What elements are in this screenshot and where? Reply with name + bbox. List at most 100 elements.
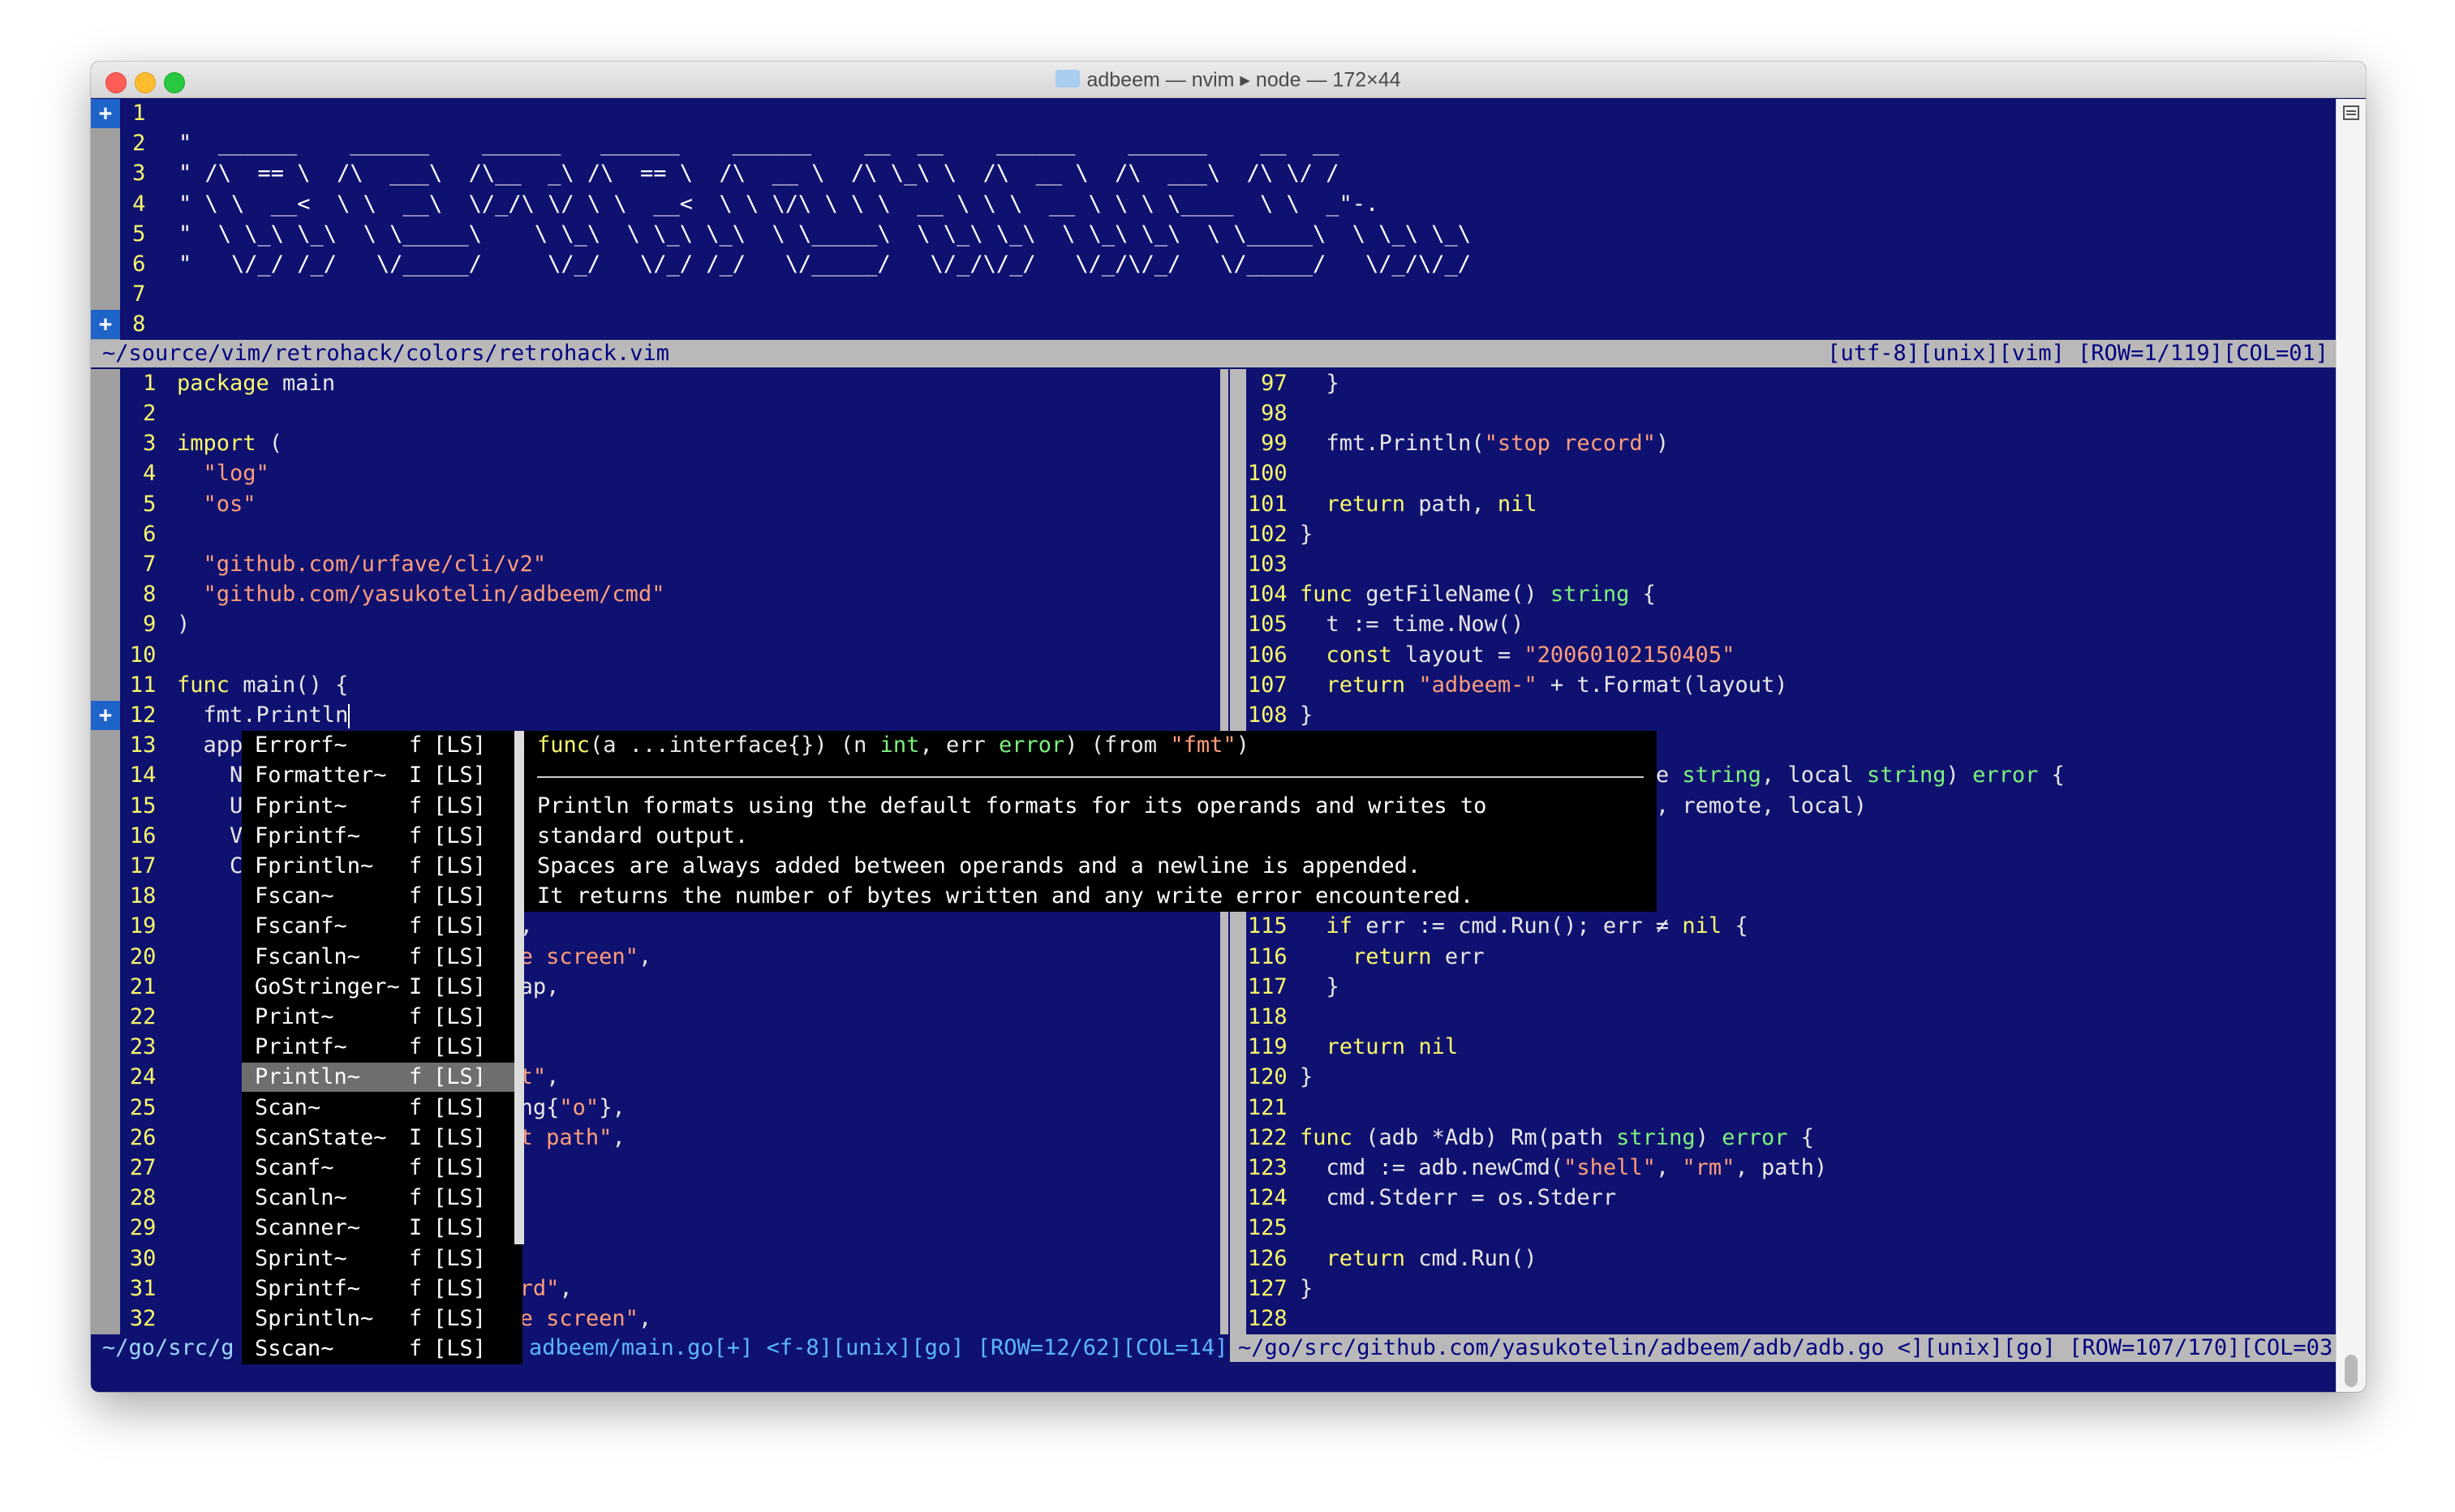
- code-line[interactable]: fmt.Println("stop record"): [1300, 429, 1670, 458]
- code-line[interactable]: t := time.Now(): [1300, 610, 1524, 639]
- code-line[interactable]: cmd.Stderr = os.Stderr: [1300, 1183, 1617, 1213]
- code-line[interactable]: C: [177, 852, 243, 881]
- completion-item[interactable]: Fscanln~ f [LS]: [242, 943, 514, 972]
- code-line[interactable]: }: [1300, 973, 1339, 1002]
- completion-item[interactable]: ScanState~ I [LS]: [242, 1123, 514, 1153]
- code-line[interactable]: func (adb *Adb) Rm(path string) error {: [1300, 1123, 1814, 1153]
- completion-item[interactable]: Sprintln~ f [LS]: [242, 1304, 514, 1334]
- code-token: fmt.Println(: [1300, 431, 1485, 457]
- completion-source: [LS]: [433, 913, 487, 939]
- code-token: string: [1867, 762, 1946, 788]
- code-token: string: [1616, 1124, 1696, 1150]
- completion-scrollbar[interactable]: [514, 731, 524, 1244]
- code-line[interactable]: }: [1300, 701, 1313, 730]
- completion-item[interactable]: Sscan~ f [LS]: [242, 1334, 514, 1364]
- code-line[interactable]: package main: [177, 369, 335, 398]
- completion-word: Fscanf~: [255, 913, 347, 939]
- signature-token: "fmt": [1170, 732, 1236, 758]
- code-line[interactable]: const layout = "20060102150405": [1300, 641, 1735, 670]
- code-line[interactable]: func getFileName() string {: [1300, 580, 1656, 609]
- code-line[interactable]: func main() {: [177, 671, 348, 700]
- line-number: 102: [1247, 521, 1288, 547]
- top-sign-column: [91, 99, 120, 341]
- completion-item[interactable]: Formatter~ I [LS]: [242, 761, 514, 790]
- code-token: err := cmd.Run(); err ≠: [1352, 913, 1683, 939]
- completion-word: Print~: [255, 1003, 334, 1029]
- completion-item[interactable]: Scanner~ I [LS]: [242, 1213, 514, 1243]
- code-token: ): [1946, 762, 1973, 788]
- completion-item[interactable]: GoStringer~ I [LS]: [242, 973, 514, 1002]
- terminal-content[interactable]: +1 2 " ______ ______ ______ ______ ______ …: [91, 99, 2345, 1392]
- code-token: + t.Format(layout): [1537, 672, 1788, 698]
- completion-item[interactable]: Print~ f [LS]: [242, 1003, 514, 1032]
- completion-kind: f: [409, 943, 423, 969]
- completion-item[interactable]: Fprintf~ f [LS]: [242, 822, 514, 851]
- code-line[interactable]: "os": [177, 490, 256, 519]
- code-line[interactable]: return path, nil: [1300, 490, 1537, 519]
- completion-item[interactable]: Fprint~ f [LS]: [242, 792, 514, 821]
- line-number: 97: [1261, 370, 1288, 396]
- line-number: 123: [1247, 1155, 1288, 1180]
- code-line[interactable]: ): [177, 610, 190, 639]
- line-number: 23: [129, 1034, 157, 1060]
- completion-word: Errorf~: [255, 732, 347, 758]
- code-line[interactable]: V: [177, 822, 243, 851]
- completion-item[interactable]: Sprint~ f [LS]: [242, 1244, 514, 1274]
- completion-word: ScanState~: [255, 1124, 387, 1150]
- completion-item[interactable]: Println~ f [LS]: [242, 1063, 514, 1093]
- line-number: 22: [129, 1004, 157, 1029]
- scroll-thumb[interactable]: [2345, 1355, 2358, 1387]
- code-line[interactable]: return err: [1300, 943, 1485, 972]
- code-token: func: [1300, 1124, 1353, 1150]
- completion-item[interactable]: Fscanf~ f [LS]: [242, 912, 514, 941]
- completion-item[interactable]: Printf~ f [LS]: [242, 1033, 514, 1062]
- completion-word: Sprint~: [255, 1245, 347, 1271]
- completion-kind: f: [409, 1245, 423, 1271]
- line-number: 116: [1247, 943, 1288, 969]
- git-added-sign: +: [91, 310, 120, 340]
- completion-item[interactable]: Fprintln~ f [LS]: [242, 852, 514, 881]
- code-token: "log": [177, 461, 269, 487]
- code-line[interactable]: fmt.Println: [177, 701, 350, 730]
- code-line[interactable]: return cmd.Run(): [1300, 1244, 1537, 1274]
- code-line[interactable]: return nil: [1300, 1033, 1459, 1062]
- code-token: error: [1972, 762, 2039, 788]
- line-number: 3: [143, 431, 157, 457]
- marks-icon[interactable]: [2343, 105, 2359, 120]
- code-line[interactable]: return "adbeem-" + t.Format(layout): [1300, 671, 1788, 700]
- code-line[interactable]: "github.com/yasukotelin/adbeem/cmd": [177, 580, 665, 609]
- code-line[interactable]: }: [1300, 1063, 1313, 1092]
- code-line[interactable]: }: [1300, 520, 1313, 549]
- completion-menu[interactable]: Errorf~ f [LS] Formatter~ I [LS] Fprint~ f [LS] F…: [242, 731, 524, 1365]
- code-line[interactable]: "github.com/urfave/cli/v2": [177, 550, 547, 579]
- code-line[interactable]: "log": [177, 459, 269, 488]
- completion-word: Sscan~: [255, 1336, 334, 1362]
- code-line[interactable]: }: [1300, 369, 1339, 398]
- completion-item[interactable]: Sprintf~ f [LS]: [242, 1274, 514, 1304]
- code-token: layout =: [1391, 642, 1524, 668]
- code-line[interactable]: }: [1300, 1274, 1313, 1304]
- completion-item[interactable]: Fscan~ f [LS]: [242, 882, 514, 911]
- completion-item[interactable]: Scanln~ f [LS]: [242, 1183, 514, 1213]
- terminal-scrollbar[interactable]: [2336, 99, 2366, 1392]
- completion-word: Fprintln~: [255, 853, 374, 878]
- code-line[interactable]: cmd := adb.newCmd("shell", "rm", path): [1300, 1153, 1828, 1183]
- code-line[interactable]: U: [177, 792, 243, 821]
- completion-item[interactable]: Scan~ f [LS]: [242, 1093, 514, 1123]
- code-token: "stop record": [1484, 431, 1656, 457]
- git-added-sign: +: [91, 701, 120, 730]
- completion-kind: f: [409, 1185, 423, 1211]
- completion-source: [LS]: [433, 1154, 487, 1180]
- code-line[interactable]: if err := cmd.Run(); err ≠ nil {: [1300, 912, 1748, 941]
- line-number: 9: [143, 612, 157, 638]
- completion-source: [LS]: [433, 1034, 487, 1060]
- code-line[interactable]: app: [177, 731, 243, 760]
- completion-source: [LS]: [433, 853, 487, 878]
- completion-kind: f: [409, 1305, 423, 1331]
- code-line[interactable]: import (: [177, 429, 282, 458]
- signature-token: func: [537, 732, 591, 758]
- line-number: 4: [143, 461, 157, 487]
- completion-item[interactable]: Scanf~ f [LS]: [242, 1153, 514, 1183]
- completion-item[interactable]: Errorf~ f [LS]: [242, 731, 514, 760]
- code-line[interactable]: N: [177, 761, 243, 790]
